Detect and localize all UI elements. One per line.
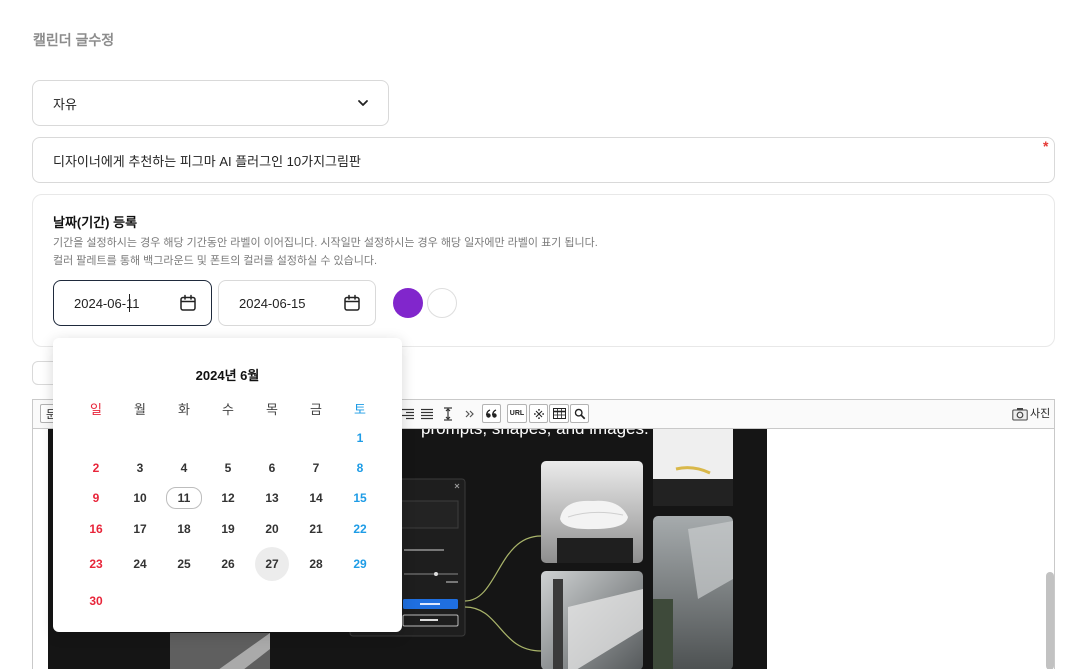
special-char-button[interactable] [529,404,548,423]
quote-icon [485,409,497,418]
calendar-day[interactable]: 28 [294,545,338,582]
calendar-day[interactable]: 6 [250,453,294,483]
post-title-input[interactable] [32,137,1055,183]
justify-icon[interactable] [421,408,433,420]
camera-icon[interactable] [1012,407,1028,421]
weekday-header: 월 [134,401,146,417]
calendar-empty-cell [118,582,162,619]
calendar-day[interactable]: 26 [206,545,250,582]
weekday-header: 목 [266,401,278,417]
calendar-empty-cell [162,582,206,619]
calendar-day[interactable]: 12 [206,483,250,513]
date-picker-popup: 2024년 6월 일 월 화 수 목 금 토 1 2 3 4 5 6 7 8 9 10 11 12 13 14 15 16 1… [53,338,402,632]
weekday-header: 일 [90,401,102,417]
weekday-header: 수 [222,401,234,417]
calendar-day[interactable]: 4 [162,453,206,483]
calendar-day[interactable]: 15 [338,483,382,513]
table-icon [552,408,566,419]
calendar-day[interactable]: 17 [118,513,162,545]
calendar-icon[interactable] [179,294,197,312]
calendar-day[interactable]: 29 [338,545,382,582]
calendar-grid: 일 월 화 수 목 금 토 1 2 3 4 5 6 7 8 9 10 11 12 13 14 15 16 17 18 19 20 21… [74,393,382,619]
date-section-heading: 날짜(기간) 등록 [53,215,138,230]
calendar-empty-cell [250,582,294,619]
category-select[interactable]: 자유 [32,80,389,126]
calendar-day[interactable]: 18 [162,513,206,545]
calendar-day[interactable]: 27 [250,545,294,582]
align-right-icon[interactable] [402,408,414,420]
calendar-empty-cell [294,582,338,619]
calendar-day[interactable]: 21 [294,513,338,545]
calendar-icon[interactable] [343,294,361,312]
category-select-value: 자유 [53,96,77,112]
search-icon [574,408,585,419]
special-char-icon [533,408,544,419]
calendar-day[interactable]: 14 [294,483,338,513]
url-label: URL [509,410,525,417]
calendar-day[interactable]: 23 [74,545,118,582]
calendar-empty-cell [118,423,162,453]
calendar-day[interactable]: 30 [74,582,118,619]
calendar-day[interactable]: 10 [118,483,162,513]
calendar-empty-cell [206,423,250,453]
calendar-day[interactable]: 3 [118,453,162,483]
page-title: 캘린더 글수정 [33,32,115,48]
calendar-day[interactable]: 25 [162,545,206,582]
calendar-day[interactable]: 2 [74,453,118,483]
background-color-swatch[interactable] [393,288,423,318]
date-section-description: 컬러 팔레트를 통해 백그라운드 및 폰트의 컬러를 설정하실 수 있습니다. [53,255,378,267]
chevron-down-icon [358,100,368,106]
weekday-header: 토 [354,401,366,417]
required-mark: * [1043,138,1049,154]
text-caret [129,294,130,312]
weekday-header: 금 [310,401,322,417]
table-button[interactable] [549,404,569,423]
photo-upload-button[interactable]: 사진 [1030,407,1050,421]
calendar-empty-cell [74,423,118,453]
calendar-day[interactable]: 13 [250,483,294,513]
line-height-icon[interactable] [442,407,454,421]
calendar-day[interactable]: 19 [206,513,250,545]
date-section-description: 기간을 설정하시는 경우 해당 기간동안 라벨이 이어집니다. 시작일만 설정하… [53,237,598,249]
font-color-swatch[interactable] [427,288,457,318]
calendar-day[interactable]: 8 [338,453,382,483]
url-button[interactable]: URL [507,404,527,423]
calendar-day[interactable]: 20 [250,513,294,545]
calendar-empty-cell [162,423,206,453]
calendar-month-title: 2024년 6월 [195,368,260,383]
quote-button[interactable] [482,404,501,423]
calendar-day[interactable]: 24 [118,545,162,582]
calendar-empty-cell [250,423,294,453]
calendar-day[interactable]: 1 [338,423,382,453]
calendar-day[interactable]: 11 [162,483,206,513]
more-tools-icon[interactable] [465,409,475,419]
editor-scrollbar[interactable] [1046,572,1054,669]
calendar-day[interactable]: 9 [74,483,118,513]
calendar-day[interactable]: 16 [74,513,118,545]
calendar-day[interactable]: 5 [206,453,250,483]
image-caption-text: prompts, shapes, and images. [421,429,649,438]
weekday-header: 화 [178,401,190,417]
calendar-empty-cell [206,582,250,619]
calendar-empty-cell [338,582,382,619]
search-button[interactable] [570,404,589,423]
calendar-day[interactable]: 7 [294,453,338,483]
calendar-day[interactable]: 22 [338,513,382,545]
calendar-empty-cell [294,423,338,453]
